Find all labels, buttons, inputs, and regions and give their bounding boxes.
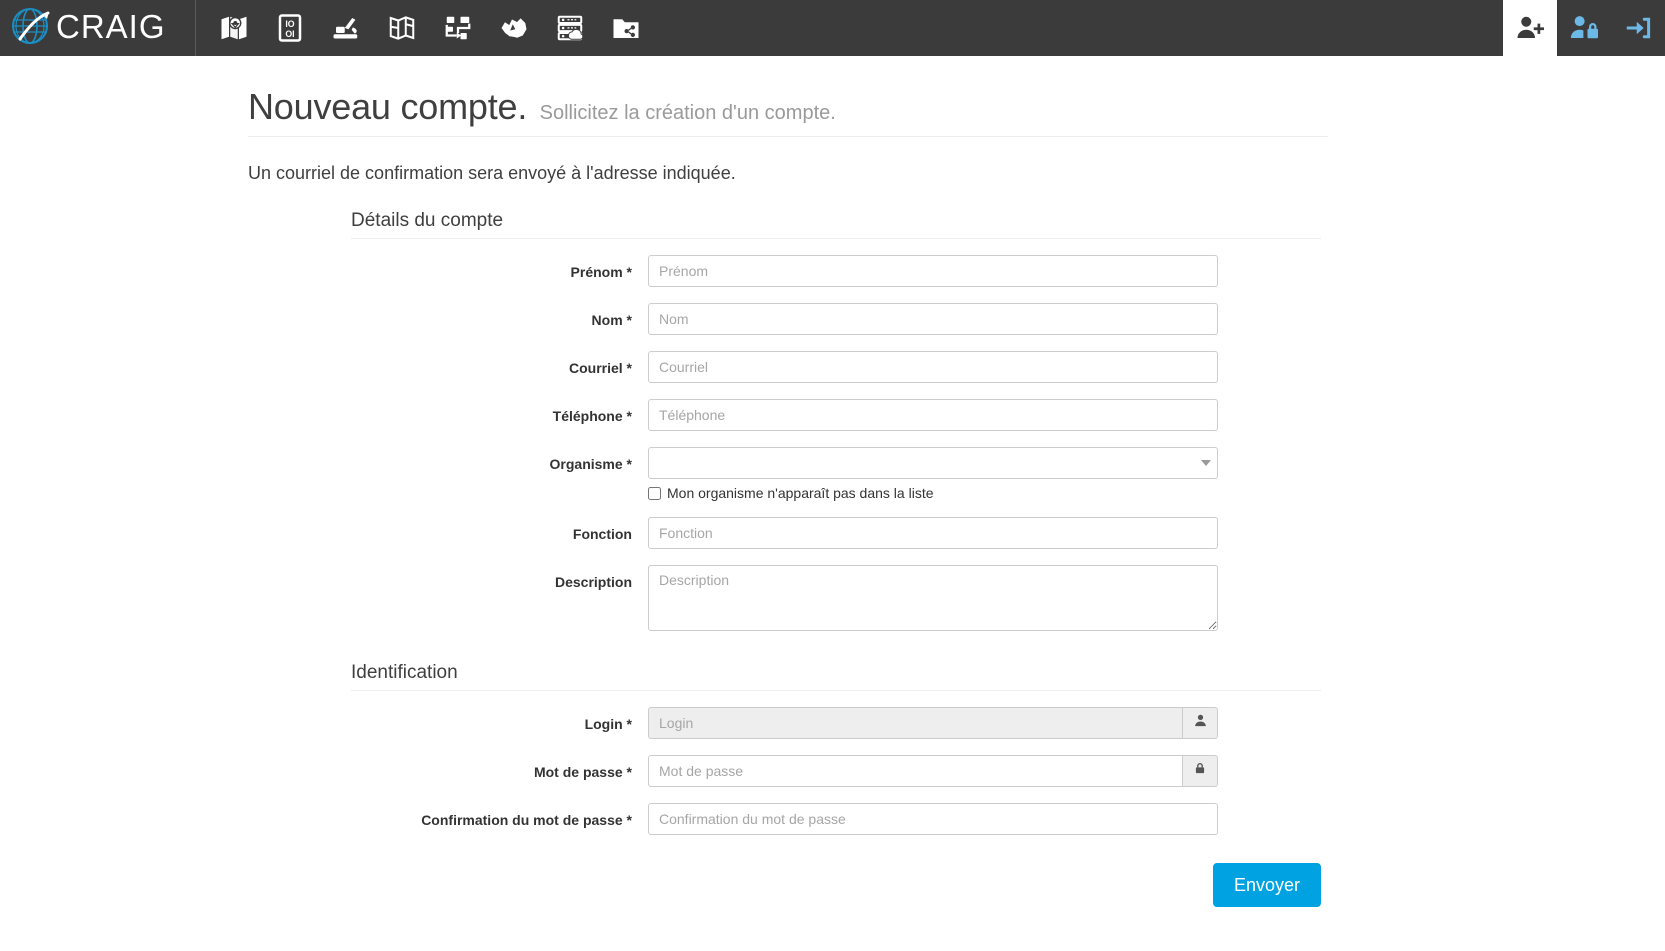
legend-account-details: Détails du compte [351, 210, 1321, 239]
label-lastname: Nom * [591, 312, 632, 328]
label-password: Mot de passe * [533, 764, 632, 780]
navbar-left-icon-group: IO OI [196, 0, 652, 56]
label-phone: Téléphone * [552, 408, 632, 424]
nav-workflow-button[interactable] [432, 0, 484, 56]
svg-text:OI: OI [285, 29, 294, 39]
login-input[interactable] [648, 707, 1183, 739]
nav-territory-button[interactable] [488, 0, 540, 56]
nav-new-account-button[interactable] [1503, 0, 1557, 56]
new-account-form: Détails du compte Prénom * Nom * Courrie… [248, 210, 1321, 907]
label-organisation: Organisme * [549, 456, 632, 472]
territory-icon [499, 13, 529, 43]
form-row-email: Courriel * [248, 351, 1218, 383]
nav-folder-share-button[interactable] [600, 0, 652, 56]
navbar-spacer [652, 0, 1503, 56]
organisation-select[interactable] [648, 447, 1218, 479]
password-input[interactable] [648, 755, 1183, 787]
nav-excavator-button[interactable] [320, 0, 372, 56]
page-container: Nouveau compte. Sollicitez la création d… [0, 56, 1328, 907]
nav-folded-map-button[interactable] [376, 0, 428, 56]
legend-identification: Identification [351, 662, 1321, 691]
form-row-description: Description [248, 565, 1218, 636]
organisation-not-listed-row: Mon organisme n'apparaît pas dans la lis… [648, 485, 1218, 501]
organisation-not-listed-checkbox[interactable] [648, 486, 661, 500]
form-actions: Envoyer [351, 863, 1321, 907]
top-navbar: CRAIG IO OI [0, 0, 1665, 56]
description-textarea[interactable] [648, 565, 1218, 631]
navbar-right-icon-group [1503, 0, 1665, 56]
page-header: Nouveau compte. Sollicitez la création d… [248, 56, 1328, 137]
form-row-firstname: Prénom * [248, 255, 1218, 287]
svg-text:CRAIG: CRAIG [56, 8, 166, 45]
user-add-icon [1515, 13, 1545, 43]
form-row-function: Fonction [248, 517, 1218, 549]
map-pin-icon [219, 13, 249, 43]
chevron-down-icon [1201, 460, 1211, 466]
page-title: Nouveau compte. [248, 86, 528, 127]
user-lock-icon [1569, 13, 1599, 43]
user-icon [1193, 713, 1208, 733]
password-confirm-input[interactable] [648, 803, 1218, 835]
label-login: Login * [584, 716, 632, 732]
submit-button[interactable]: Envoyer [1212, 863, 1321, 907]
function-input[interactable] [648, 517, 1218, 549]
label-password-confirm: Confirmation du mot de passe * [421, 812, 632, 828]
craig-logo-icon: CRAIG [8, 6, 184, 51]
form-row-password-confirm: Confirmation du mot de passe * [248, 803, 1218, 835]
label-function: Fonction [572, 526, 632, 542]
data-binary-icon: IO OI [275, 13, 305, 43]
page-subtitle: Sollicitez la création d'un compte. [539, 102, 836, 124]
nav-map-pin-button[interactable] [208, 0, 260, 56]
login-arrow-icon [1623, 13, 1653, 43]
server-cloud-icon [555, 13, 585, 43]
workflow-icon [443, 13, 473, 43]
organisation-not-listed-label[interactable]: Mon organisme n'apparaît pas dans la lis… [667, 485, 934, 501]
label-firstname: Prénom * [570, 264, 632, 280]
form-row-login: Login * [248, 707, 1218, 739]
form-row-lastname: Nom * [248, 303, 1218, 335]
label-email: Courriel * [568, 360, 632, 376]
form-row-phone: Téléphone * [248, 399, 1218, 431]
folded-map-icon [387, 13, 417, 43]
nav-data-binary-button[interactable]: IO OI [264, 0, 316, 56]
form-row-password: Mot de passe * [248, 755, 1218, 787]
excavator-icon [331, 13, 361, 43]
form-row-organisation: Organisme * Mon organisme n'apparaît pas… [248, 447, 1218, 501]
svg-text:IO: IO [285, 19, 294, 29]
nav-server-cloud-button[interactable] [544, 0, 596, 56]
lock-icon [1193, 761, 1207, 781]
login-addon [1182, 707, 1218, 739]
intro-text: Un courriel de confirmation sera envoyé … [248, 163, 736, 183]
nav-login-button[interactable] [1611, 0, 1665, 56]
lastname-input[interactable] [648, 303, 1218, 335]
phone-input[interactable] [648, 399, 1218, 431]
password-addon [1182, 755, 1218, 787]
email-input[interactable] [648, 351, 1218, 383]
firstname-input[interactable] [648, 255, 1218, 287]
nav-forgot-password-button[interactable] [1557, 0, 1611, 56]
folder-share-icon [611, 13, 641, 43]
label-description: Description [554, 574, 632, 590]
brand-logo-craig[interactable]: CRAIG [0, 0, 196, 56]
